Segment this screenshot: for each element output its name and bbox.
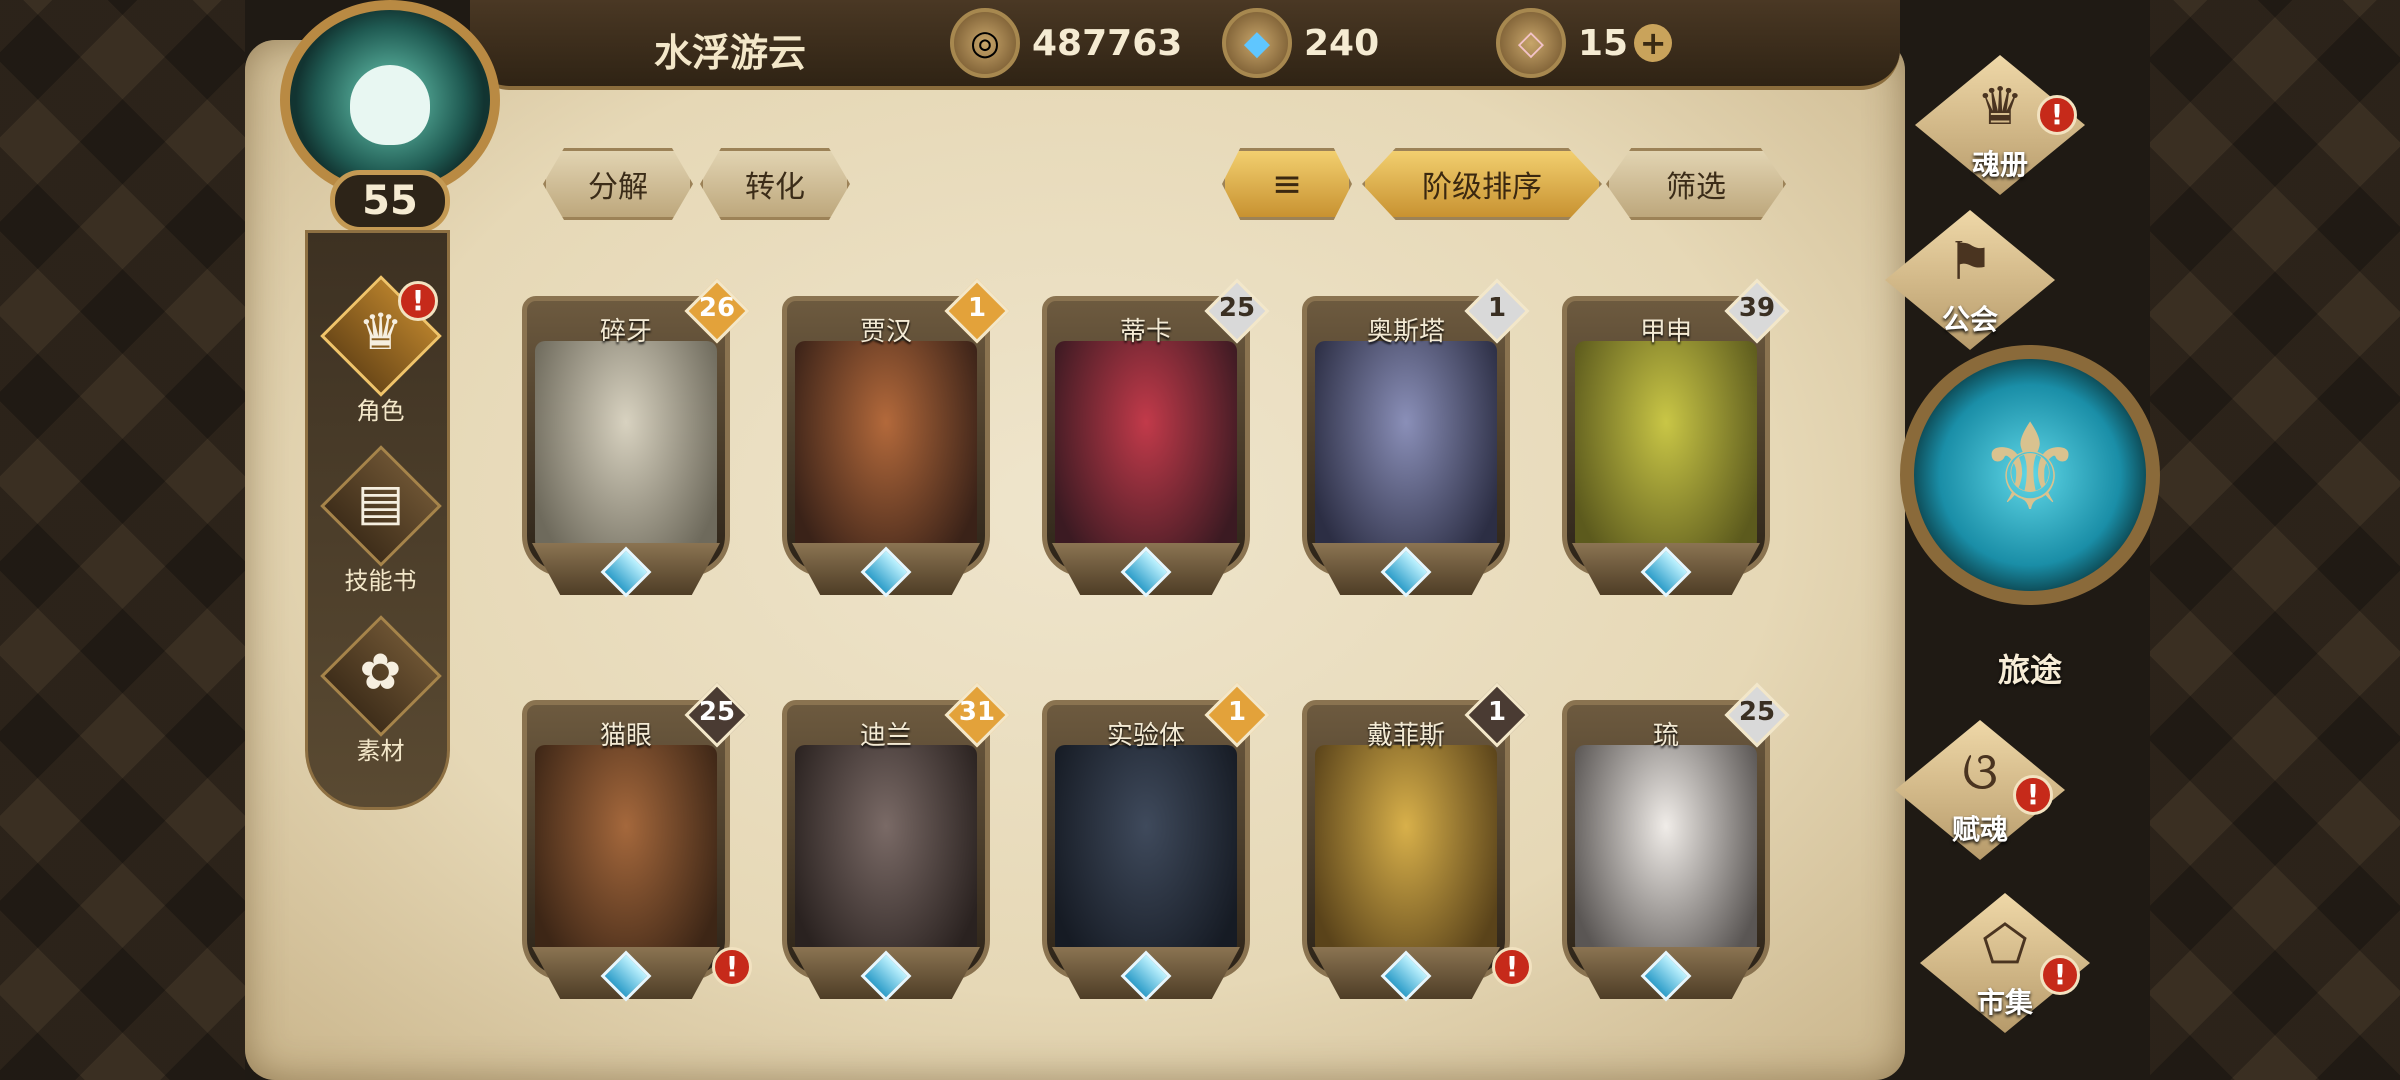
character-portrait — [795, 341, 977, 571]
side-nav: ♛ 角色 ! ▤ 技能书 ✿ 素材 — [305, 230, 450, 810]
character-level-badge: 1 — [1464, 682, 1530, 748]
character-card[interactable]: 甲申 39 — [1562, 278, 1790, 603]
character-portrait — [1315, 341, 1497, 571]
alert-badge: ! — [2013, 775, 2053, 815]
guild-label: 公会 — [1941, 303, 1998, 336]
sort-order-button[interactable]: ≡ — [1222, 148, 1352, 220]
character-level: 1 — [1487, 293, 1507, 323]
character-level-badge: 39 — [1724, 278, 1790, 344]
character-level-badge: 31 — [944, 682, 1010, 748]
skill-book-icon: ▤ — [356, 473, 405, 531]
character-level: 31 — [958, 697, 996, 727]
alert-badge: ! — [1492, 947, 1532, 987]
soul-infuse-icon: ଓ — [1962, 742, 1998, 802]
character-level-badge: 25 — [1204, 278, 1270, 344]
sort-lines-icon: ≡ — [1271, 163, 1303, 205]
character-portrait — [535, 341, 717, 571]
market-label: 市集 — [1976, 986, 2033, 1019]
character-level-badge: 26 — [684, 278, 750, 344]
character-level: 39 — [1738, 293, 1776, 323]
character-card[interactable]: 贾汉 1 — [782, 278, 1010, 603]
character-level: 26 — [698, 293, 736, 323]
guild-icon: ⚑ — [1946, 232, 1994, 292]
market-icon: ⬠ — [1982, 915, 2028, 975]
character-portrait — [1055, 745, 1237, 975]
character-portrait — [1575, 341, 1757, 571]
character-level: 1 — [1487, 697, 1507, 727]
convert-button[interactable]: 转化 — [700, 148, 850, 220]
player-name: 水浮游云 — [653, 31, 806, 75]
character-portrait — [535, 745, 717, 975]
decompose-button[interactable]: 分解 — [543, 148, 693, 220]
journey-button[interactable]: ⚜ 旅途 — [1900, 345, 2160, 705]
left-wall-background — [0, 0, 245, 1080]
character-level: 1 — [967, 293, 987, 323]
side-item-label: 角色 — [356, 397, 405, 425]
soul-infuse-label: 赋魂 — [1951, 813, 2008, 846]
sort-rank-button[interactable]: 阶级排序 — [1362, 148, 1602, 220]
character-portrait — [1055, 341, 1237, 571]
character-level: 25 — [698, 697, 736, 727]
blue-crystal-icon: ◆ — [1222, 8, 1292, 78]
side-item-character[interactable]: ♛ 角色 ! — [308, 273, 453, 433]
gold-value: 487763 — [1032, 22, 1183, 64]
character-level: 25 — [1738, 697, 1776, 727]
soul-book-icon: ♛ — [1976, 77, 2024, 137]
journey-icon: ⚜ — [1976, 399, 2084, 538]
filter-button[interactable]: 筛选 — [1606, 148, 1786, 220]
character-portrait — [795, 745, 977, 975]
alert-badge: ! — [398, 281, 438, 321]
side-item-material[interactable]: ✿ 素材 — [308, 613, 453, 773]
gem-value: 15 — [1578, 22, 1629, 64]
pink-gem-icon: ◇ — [1496, 8, 1566, 78]
avatar-emblem-icon — [350, 65, 430, 145]
journey-label: 旅途 — [1997, 651, 2062, 689]
player-level-badge: 55 — [330, 170, 450, 232]
character-level-badge: 1 — [944, 278, 1010, 344]
soul-infuse-button[interactable]: ଓ 赋魂 ! — [1865, 720, 2105, 860]
guild-button[interactable]: ⚑ 公会 — [1855, 210, 2095, 350]
character-level-badge: 1 — [1464, 278, 1530, 344]
character-card[interactable]: 猫眼 25! — [522, 682, 752, 1007]
currency-crystal[interactable]: ◆ 240 — [1222, 8, 1379, 78]
alert-badge: ! — [2037, 95, 2077, 135]
soul-book-label: 魂册 — [1971, 148, 2028, 181]
side-item-label: 技能书 — [344, 567, 417, 595]
alert-badge: ! — [2040, 955, 2080, 995]
crystal-value: 240 — [1304, 22, 1380, 64]
market-button[interactable]: ⬠ 市集 ! — [1890, 893, 2130, 1033]
character-card[interactable]: 实验体 1 — [1042, 682, 1270, 1007]
character-level: 1 — [1227, 697, 1247, 727]
material-icon: ✿ — [359, 643, 402, 701]
character-card[interactable]: 迪兰 31 — [782, 682, 1010, 1007]
character-portrait — [1575, 745, 1757, 975]
character-card[interactable]: 蒂卡 25 — [1042, 278, 1270, 603]
currency-gem[interactable]: ◇ 15 + — [1496, 8, 1673, 78]
character-card[interactable]: 奥斯塔 1 — [1302, 278, 1530, 603]
character-level-badge: 25 — [684, 682, 750, 748]
character-card[interactable]: 戴菲斯 1! — [1302, 682, 1532, 1007]
currency-gold[interactable]: ◎ 487763 — [950, 8, 1182, 78]
character-level: 25 — [1218, 293, 1256, 323]
character-level-badge: 25 — [1724, 682, 1790, 748]
soul-book-button[interactable]: ♛ 魂册 ! — [1885, 55, 2125, 195]
side-item-label: 素材 — [356, 737, 405, 765]
gold-coin-icon: ◎ — [950, 8, 1020, 78]
character-level-badge: 1 — [1204, 682, 1270, 748]
player-avatar[interactable]: 55 — [270, 0, 520, 235]
character-portrait — [1315, 745, 1497, 975]
add-gem-button[interactable]: + — [1634, 24, 1673, 62]
character-card[interactable]: 琉 25 — [1562, 682, 1790, 1007]
right-wall-background — [2150, 0, 2400, 1080]
side-item-skill-book[interactable]: ▤ 技能书 — [308, 443, 453, 603]
character-card[interactable]: 碎牙 26 — [522, 278, 750, 603]
alert-badge: ! — [712, 947, 752, 987]
